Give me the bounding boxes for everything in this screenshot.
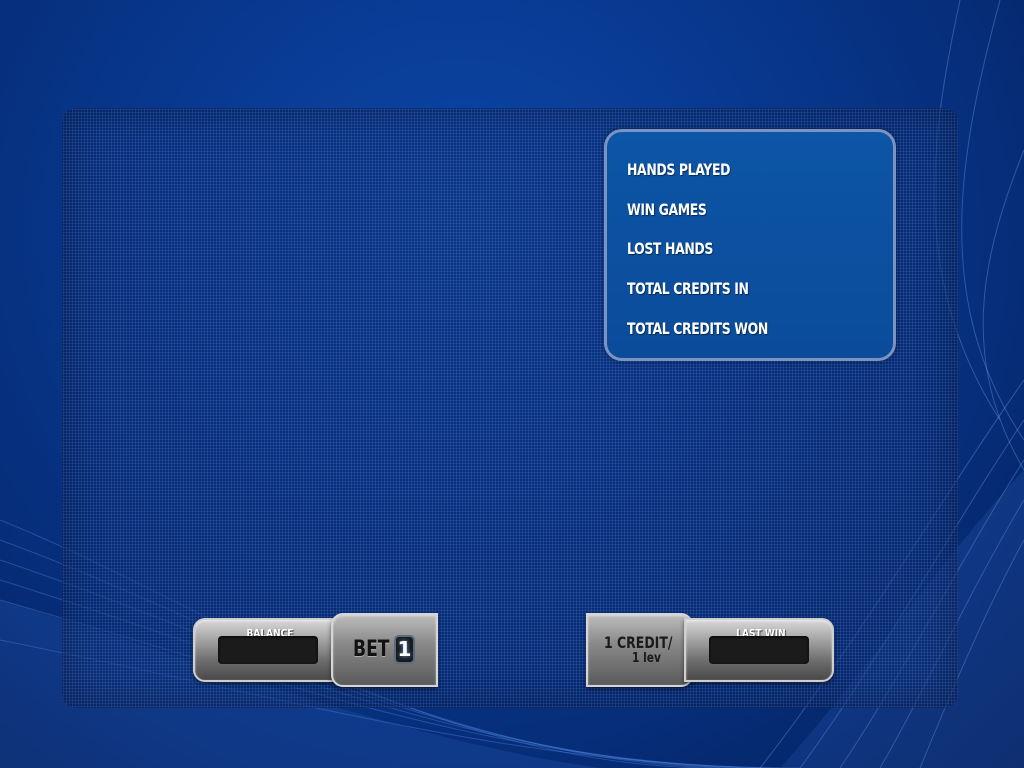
hands-played-label: HANDS PLAYED xyxy=(627,160,731,179)
last-win-meter: LAST WIN xyxy=(684,618,834,682)
bet-button[interactable]: BET 1 xyxy=(331,613,438,687)
denomination-credit-label: 1 CREDIT/ xyxy=(604,633,673,652)
bet-value: 1 xyxy=(394,635,415,664)
statistics-panel: HANDS PLAYED WIN GAMES LOST HANDS TOTAL … xyxy=(604,129,896,361)
total-credits-won-label: TOTAL CREDITS WON xyxy=(627,319,768,338)
total-credits-in-label: TOTAL CREDITS IN xyxy=(627,279,749,298)
balance-display xyxy=(218,636,318,664)
lost-hands-label: LOST HANDS xyxy=(627,239,713,258)
balance-meter: BALANCE xyxy=(193,618,343,682)
bet-label: BET xyxy=(353,637,390,662)
win-games-label: WIN GAMES xyxy=(627,200,707,219)
denomination-currency-label: 1 lev xyxy=(632,651,661,666)
last-win-display xyxy=(709,636,809,664)
denomination-button[interactable]: 1 CREDIT/ 1 lev xyxy=(586,613,693,687)
